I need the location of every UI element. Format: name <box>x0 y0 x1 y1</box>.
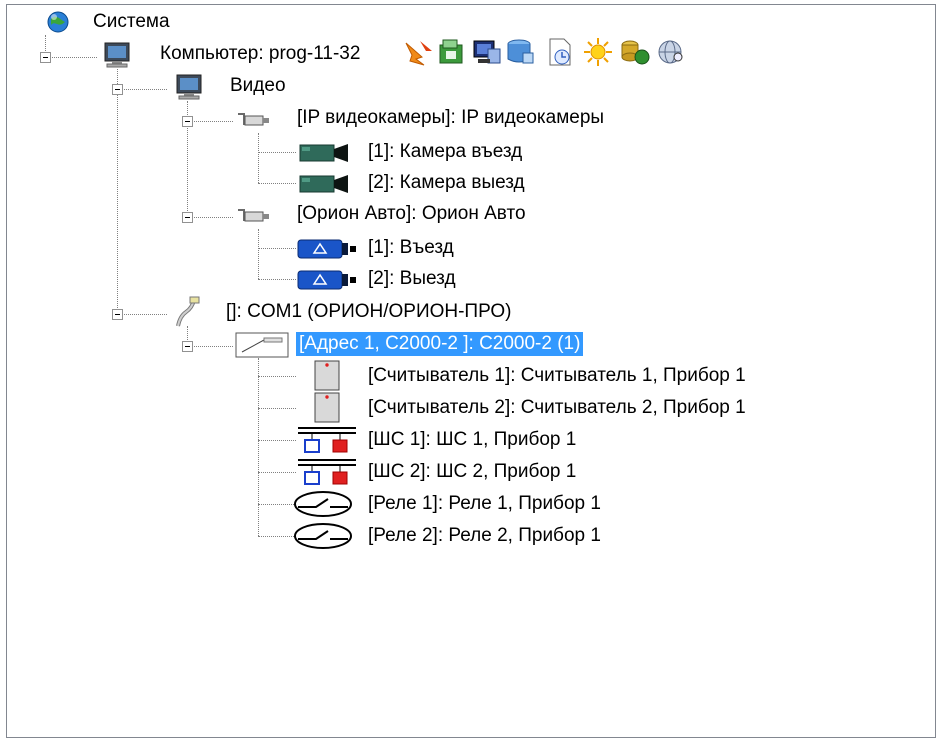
tree-node-label: [Орион Авто]: Орион Авто <box>297 203 526 224</box>
collapse-button-com1[interactable] <box>112 309 123 320</box>
camera-group-icon <box>238 209 269 222</box>
tree-node-label: [2]: Камера выезд <box>368 172 525 193</box>
tree-node-label: [2]: Выезд <box>368 268 456 289</box>
tree-line <box>258 408 296 409</box>
card-reader-icon <box>314 360 340 391</box>
camera-group-icon <box>238 113 269 126</box>
relay-icon <box>294 523 352 549</box>
tree-line <box>187 346 233 347</box>
tree-node-label: Система <box>93 11 170 32</box>
tree-line <box>258 536 296 537</box>
tree-node-label: Видео <box>230 75 286 96</box>
clock-page-icon[interactable] <box>546 37 576 67</box>
tree-line <box>187 121 233 122</box>
tree-line <box>45 57 97 58</box>
monitor-icon <box>176 74 202 100</box>
tree-node-label: [1]: Камера въезд <box>368 141 523 162</box>
tree-line <box>258 183 296 184</box>
tree-line <box>258 248 296 249</box>
tree-node-label: []: COM1 (ОРИОН/ОРИОН-ПРО) <box>226 301 512 322</box>
serial-cable-icon <box>176 296 200 327</box>
relay-icon <box>294 491 352 517</box>
monitor-icon[interactable] <box>472 37 502 67</box>
plate-camera-icon <box>297 239 356 259</box>
arrow-icon[interactable] <box>402 37 436 67</box>
tree-line <box>258 229 259 279</box>
computer-icon <box>104 42 130 68</box>
tree-line <box>258 376 296 377</box>
video-camera-icon <box>299 144 348 162</box>
tree-line <box>258 504 296 505</box>
collapse-button-ip-cameras[interactable] <box>182 116 193 127</box>
database-icon[interactable] <box>505 37 535 67</box>
tree-line <box>117 314 167 315</box>
tree-line <box>187 217 233 218</box>
tree-node-label: [ШС 2]: ШС 2, Прибор 1 <box>368 461 577 482</box>
card-reader-icon <box>314 392 340 423</box>
tree-line <box>117 89 167 90</box>
device-tree[interactable]: Система Компьютер: prog-11-32 Видео [IP … <box>0 0 945 742</box>
controller-device-icon <box>235 332 289 358</box>
tree-node-label: [IP видеокамеры]: IP видеокамеры <box>297 107 605 128</box>
tree-line <box>258 152 296 153</box>
collapse-button-c2000[interactable] <box>182 341 193 352</box>
alarm-loop-icon <box>298 459 356 485</box>
tree-line <box>258 472 296 473</box>
tree-line <box>117 69 118 314</box>
globe-icon <box>47 11 69 33</box>
tree-node-label: Компьютер: prog-11-32 <box>160 43 361 64</box>
collapse-button-video[interactable] <box>112 84 123 95</box>
plate-camera-icon <box>297 270 356 290</box>
tree-line <box>258 440 296 441</box>
tree-node-label: [Адрес 1, С2000-2 ]: С2000-2 (1) <box>296 332 584 356</box>
tree-node-label: [1]: Въезд <box>368 237 454 258</box>
tree-line <box>258 358 259 536</box>
collapse-button-orion-auto[interactable] <box>182 212 193 223</box>
globe-search-icon[interactable] <box>656 37 688 67</box>
tree-line <box>258 279 296 280</box>
alarm-loop-icon <box>298 427 356 453</box>
tree-node-label: [ШС 1]: ШС 1, Прибор 1 <box>368 429 577 450</box>
sun-icon[interactable] <box>583 37 613 67</box>
tree-node-label: [Реле 1]: Реле 1, Прибор 1 <box>368 493 601 514</box>
collapse-button-computer[interactable] <box>40 52 51 63</box>
tree-node-label: [Считыватель 2]: Считыватель 2, Прибор 1 <box>368 397 746 418</box>
tree-node-label: [Считыватель 1]: Считыватель 1, Прибор 1 <box>368 365 746 386</box>
tree-line <box>258 133 259 183</box>
video-camera-icon <box>299 175 348 193</box>
coins-icon[interactable] <box>618 37 652 67</box>
add-folder-icon[interactable] <box>437 37 467 67</box>
tree-node-label: [Реле 2]: Реле 2, Прибор 1 <box>368 525 601 546</box>
